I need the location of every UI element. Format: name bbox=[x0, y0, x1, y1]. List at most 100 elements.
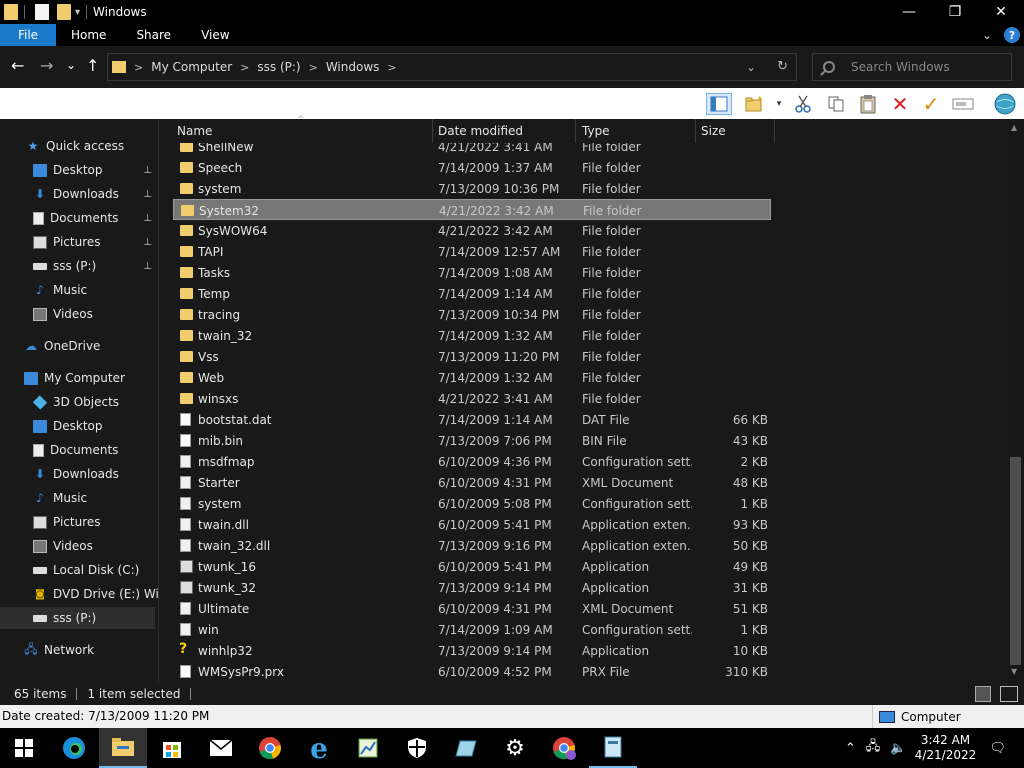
vertical-scrollbar[interactable]: ▲ ▼ bbox=[1007, 119, 1024, 683]
sidebar-item-local-disk[interactable]: Local Disk (C:) bbox=[0, 559, 158, 581]
table-row[interactable]: win 7/14/2009 1:09 AM Configuration sett..… bbox=[173, 619, 771, 640]
rename-icon[interactable] bbox=[952, 93, 974, 115]
tab-view[interactable]: View bbox=[186, 24, 244, 46]
chevron-right-icon[interactable]: > bbox=[134, 61, 143, 74]
table-row[interactable]: twain.dll 6/10/2009 5:41 PM Application ex… bbox=[173, 514, 771, 535]
sidebar-item-videos[interactable]: Videos bbox=[0, 303, 158, 325]
table-row[interactable]: System32 4/21/2022 3:42 AM File folder bbox=[173, 199, 771, 220]
network-icon[interactable]: 🖧 bbox=[866, 737, 881, 759]
store-icon[interactable] bbox=[148, 728, 196, 768]
shield-icon[interactable] bbox=[393, 728, 441, 768]
start-button[interactable] bbox=[0, 728, 48, 768]
internet-explorer-icon[interactable]: e bbox=[295, 728, 343, 768]
table-row[interactable]: ? winhlp32 7/13/2009 9:14 PM Application 10 … bbox=[173, 640, 771, 661]
sidebar-item-sss-drive-pc[interactable]: sss (P:) bbox=[0, 607, 155, 629]
notepad-icon[interactable] bbox=[442, 728, 490, 768]
column-header-name[interactable]: Name bbox=[171, 119, 433, 143]
sidebar-item-quick-access[interactable]: ★ Quick access bbox=[0, 135, 158, 157]
pin-icon[interactable]: ⊥ bbox=[143, 261, 152, 272]
minimize-button[interactable]: — bbox=[886, 0, 932, 24]
checkmark-icon[interactable]: ✓ bbox=[920, 92, 942, 116]
close-button[interactable]: ✕ bbox=[978, 0, 1024, 24]
help-icon[interactable]: ? bbox=[1004, 27, 1020, 43]
copy-icon[interactable] bbox=[825, 93, 847, 115]
table-row[interactable]: tracing 7/13/2009 10:34 PM File folder bbox=[173, 304, 771, 325]
customize-toolbar-icon[interactable]: ▾ bbox=[75, 7, 80, 18]
table-row[interactable]: WMSysPr9.prx 6/10/2009 4:52 PM PRX File 310… bbox=[173, 661, 771, 682]
table-row[interactable]: winsxs 4/21/2022 3:41 AM File folder bbox=[173, 388, 771, 409]
table-row[interactable]: mib.bin 7/13/2009 7:06 PM BIN File 43 KB bbox=[173, 430, 771, 451]
scrollbar-thumb[interactable] bbox=[1010, 457, 1021, 665]
sidebar-item-onedrive[interactable]: ☁ OneDrive bbox=[0, 335, 158, 357]
sidebar-item-videos-pc[interactable]: Videos bbox=[0, 535, 158, 557]
sidebar-item-desktop-pc[interactable]: Desktop bbox=[0, 415, 158, 437]
table-row[interactable]: msdfmap 6/10/2009 4:36 PM Configuration se… bbox=[173, 451, 771, 472]
chevron-down-icon[interactable]: ▾ bbox=[773, 93, 785, 115]
delete-icon[interactable]: ✕ bbox=[889, 92, 911, 116]
chrome-profile-icon[interactable] bbox=[540, 728, 588, 768]
sidebar-item-pictures[interactable]: Pictures ⊥ bbox=[0, 231, 158, 253]
table-row[interactable]: Vss 7/13/2009 11:20 PM File folder bbox=[173, 346, 771, 367]
breadcrumb-my-computer[interactable]: My Computer bbox=[151, 60, 232, 74]
address-dropdown-icon[interactable]: ⌄ bbox=[746, 60, 756, 74]
column-header-type[interactable]: Type bbox=[576, 119, 696, 143]
cut-icon[interactable] bbox=[792, 93, 814, 115]
sidebar-item-desktop[interactable]: Desktop ⊥ bbox=[0, 159, 158, 181]
clock[interactable]: 3:42 AM 4/21/2022 bbox=[911, 733, 979, 763]
table-row[interactable]: Temp 7/14/2009 1:14 AM File folder bbox=[173, 283, 771, 304]
gear-icon[interactable]: ⚙ bbox=[491, 728, 539, 768]
pin-icon[interactable]: ⊥ bbox=[143, 189, 152, 200]
table-row[interactable]: twain_32.dll 7/13/2009 9:16 PM Application… bbox=[173, 535, 771, 556]
scroll-up-icon[interactable]: ▲ bbox=[1011, 123, 1017, 132]
table-row[interactable]: ShellNew 4/21/2022 3:41 AM File folder bbox=[173, 143, 771, 157]
up-button[interactable]: ↑ bbox=[86, 56, 99, 75]
table-row[interactable]: twain_32 7/14/2009 1:32 AM File folder bbox=[173, 325, 771, 346]
properties-icon[interactable] bbox=[35, 4, 49, 20]
table-row[interactable]: Tasks 7/14/2009 1:08 AM File folder bbox=[173, 262, 771, 283]
sidebar-item-dvd-drive[interactable]: ◙ DVD Drive (E:) Wind bbox=[0, 583, 158, 605]
chevron-right-icon[interactable]: > bbox=[309, 61, 318, 74]
new-folder-icon[interactable] bbox=[57, 4, 71, 20]
breadcrumb-windows[interactable]: Windows bbox=[326, 60, 380, 74]
maximize-button[interactable]: ❐ bbox=[932, 0, 978, 24]
chevron-down-icon[interactable]: ⌄ bbox=[982, 28, 992, 42]
table-row[interactable]: TAPI 7/14/2009 12:57 AM File folder bbox=[173, 241, 771, 262]
back-button[interactable]: ← bbox=[11, 56, 24, 75]
volume-icon[interactable]: 🔈 bbox=[890, 741, 906, 756]
paste-icon[interactable] bbox=[857, 93, 879, 115]
chevron-right-icon[interactable]: > bbox=[240, 61, 249, 74]
address-bar[interactable]: > My Computer > sss (P:) > Windows > ⌄ ↻ bbox=[107, 53, 797, 81]
column-header-date[interactable]: Date modified bbox=[432, 119, 576, 143]
sidebar-item-3d-objects[interactable]: 3D Objects bbox=[0, 391, 158, 413]
search-box[interactable]: Search Windows bbox=[812, 53, 1012, 81]
table-row[interactable]: twunk_16 6/10/2009 5:41 PM Application 49 K… bbox=[173, 556, 771, 577]
spreadsheet-app-icon[interactable] bbox=[344, 728, 392, 768]
table-row[interactable]: bootstat.dat 7/14/2009 1:14 AM DAT File 66 … bbox=[173, 409, 771, 430]
table-row[interactable]: Speech 7/14/2009 1:37 AM File folder bbox=[173, 157, 771, 178]
sidebar-item-my-computer[interactable]: My Computer bbox=[0, 367, 158, 389]
table-row[interactable]: Web 7/14/2009 1:32 AM File folder bbox=[173, 367, 771, 388]
file-explorer-icon[interactable] bbox=[99, 728, 147, 768]
breadcrumb-drive[interactable]: sss (P:) bbox=[257, 60, 300, 74]
preview-pane-icon[interactable] bbox=[706, 93, 732, 115]
sidebar-item-downloads[interactable]: ⬇ Downloads ⊥ bbox=[0, 183, 158, 205]
recent-locations-button[interactable]: ⌄ bbox=[66, 58, 76, 72]
tab-share[interactable]: Share bbox=[121, 24, 186, 46]
details-view-icon[interactable] bbox=[975, 686, 991, 702]
sidebar-item-music-pc[interactable]: ♪ Music bbox=[0, 487, 158, 509]
sidebar-item-documents[interactable]: Documents ⊥ bbox=[0, 207, 158, 229]
table-row[interactable]: SysWOW64 4/21/2022 3:42 AM File folder bbox=[173, 220, 771, 241]
chrome-icon[interactable] bbox=[246, 728, 294, 768]
refresh-icon[interactable]: ↻ bbox=[777, 59, 788, 74]
scroll-down-icon[interactable]: ▼ bbox=[1011, 667, 1017, 676]
table-row[interactable]: system 7/13/2009 10:36 PM File folder bbox=[173, 178, 771, 199]
chevron-up-icon[interactable]: ⌃ bbox=[845, 741, 856, 756]
pin-icon[interactable]: ⊥ bbox=[143, 165, 152, 176]
new-folder-icon[interactable] bbox=[744, 93, 766, 115]
table-row[interactable]: twunk_32 7/13/2009 9:14 PM Application 31 K… bbox=[173, 577, 771, 598]
column-header-size[interactable]: Size bbox=[695, 119, 775, 143]
mail-icon[interactable] bbox=[197, 728, 245, 768]
notifications-icon[interactable]: 🗨 bbox=[989, 741, 1006, 756]
forward-button[interactable]: → bbox=[40, 56, 53, 75]
sidebar-item-documents-pc[interactable]: Documents bbox=[0, 439, 158, 461]
